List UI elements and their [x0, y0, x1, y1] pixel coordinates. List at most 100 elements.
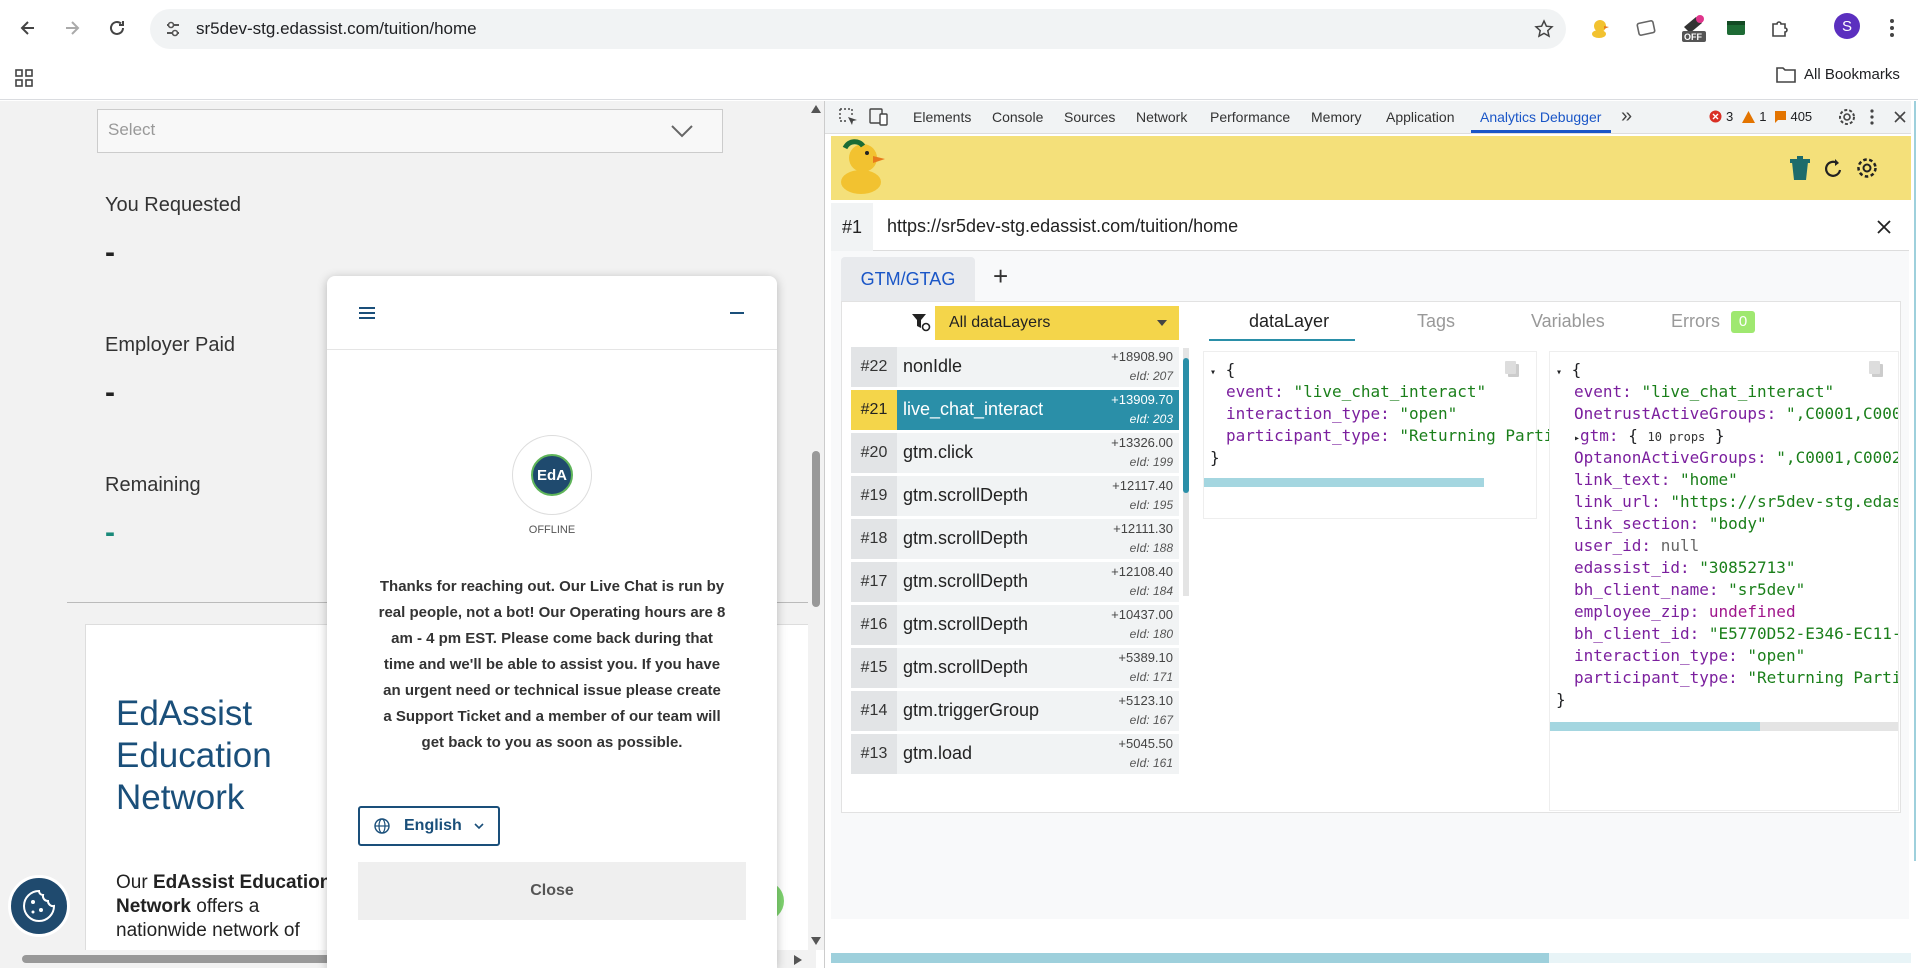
event-row[interactable]: #17 gtm.scrollDepth +12108.40 eId: 184: [851, 562, 1179, 602]
apps-grid-icon[interactable]: [14, 68, 34, 88]
chat-menu-icon[interactable]: [359, 306, 375, 320]
clear-cup-icon[interactable]: [1789, 156, 1811, 182]
bookmark-star-icon[interactable]: [1534, 19, 1554, 39]
device-toolbar-icon[interactable]: [869, 108, 889, 126]
ext-badge: OFF: [1684, 32, 1702, 42]
event-row[interactable]: #22 nonIdle +18908.90 eId: 207: [851, 347, 1179, 387]
all-bookmarks-label: All Bookmarks: [1804, 65, 1900, 83]
close-page-icon[interactable]: [1877, 220, 1891, 234]
state-json-scrollbar-thumb[interactable]: [1550, 722, 1760, 731]
back-button[interactable]: [12, 12, 44, 44]
state-optanon: ",C0001,C0002: [1776, 448, 1899, 467]
tab-memory[interactable]: Memory: [1311, 109, 1362, 125]
error-count: 3: [1726, 109, 1734, 124]
terminal-extension-icon[interactable]: [1722, 14, 1750, 42]
event-time: +13909.70: [1111, 392, 1173, 407]
chat-close-button[interactable]: Close: [358, 862, 746, 920]
copy-icon[interactable]: [1868, 360, 1884, 378]
event-row[interactable]: #14 gtm.triggerGroup +5123.10 eId: 167: [851, 691, 1179, 731]
event-row[interactable]: #15 gtm.scrollDepth +5389.10 eId: 171: [851, 648, 1179, 688]
event-row[interactable]: #18 gtm.scrollDepth +12111.30 eId: 188: [851, 519, 1179, 559]
event-number: #14: [851, 691, 897, 731]
you-requested-value: -: [105, 236, 115, 269]
event-row[interactable]: #13 gtm.load +5045.50 eId: 161: [851, 734, 1179, 774]
push-json-scrollbar[interactable]: [1204, 478, 1484, 487]
all-bookmarks-button[interactable]: All Bookmarks: [1776, 65, 1900, 83]
devtools-v-scrollbar[interactable]: [1914, 101, 1916, 861]
profile-initial: S: [1841, 17, 1852, 35]
chat-offline-message: Thanks for reaching out. Our Live Chat i…: [378, 578, 726, 751]
event-row[interactable]: #20 gtm.click +13326.00 eId: 199: [851, 433, 1179, 473]
gtm-gtag-tab[interactable]: GTM/GTAG: [841, 257, 975, 301]
devtools-menu-icon[interactable]: [1870, 109, 1874, 125]
language-select[interactable]: English: [358, 806, 500, 846]
devtools-h-scrollbar-thumb[interactable]: [831, 953, 1549, 963]
state-employee-zip: undefined: [1708, 602, 1796, 621]
address-bar[interactable]: sr5dev-stg.edassist.com/tuition/home: [150, 9, 1566, 49]
duck-extension-icon[interactable]: [1586, 14, 1614, 42]
close-devtools-icon[interactable]: [1894, 111, 1906, 123]
page-scrollbar-thumb[interactable]: [812, 451, 820, 607]
chrome-menu-icon[interactable]: [1878, 14, 1906, 42]
event-row[interactable]: #16 gtm.scrollDepth +10437.00 eId: 180: [851, 605, 1179, 645]
tab-network[interactable]: Network: [1136, 109, 1187, 125]
chat-minimize-icon[interactable]: [730, 311, 744, 315]
copy-icon[interactable]: [1504, 360, 1520, 378]
profile-avatar[interactable]: S: [1834, 13, 1860, 39]
event-row[interactable]: #21 live_chat_interact +13909.70 eId: 203: [851, 390, 1179, 430]
event-time: +5123.10: [1118, 693, 1173, 708]
event-number: #17: [851, 562, 897, 602]
active-tab-indicator: [1471, 130, 1611, 133]
event-name: gtm.scrollDepth: [903, 657, 1029, 677]
tab-variables[interactable]: Variables: [1531, 311, 1605, 332]
scroll-down-icon: [811, 937, 821, 945]
toggle-extension-icon[interactable]: OFF: [1676, 14, 1710, 42]
page-vertical-scrollbar[interactable]: [808, 101, 824, 950]
issues-counter[interactable]: 3 1 405: [1709, 109, 1812, 124]
event-list-scrollbar-thumb[interactable]: [1183, 358, 1189, 493]
select-dropdown[interactable]: Select: [97, 109, 723, 153]
tab-tags[interactable]: Tags: [1417, 311, 1455, 332]
event-list-scrollbar[interactable]: [1183, 348, 1189, 596]
card-title-line1: EdAssist: [116, 694, 253, 733]
tab-errors[interactable]: Errors: [1671, 311, 1720, 332]
refresh-icon[interactable]: [1824, 157, 1844, 179]
card-title-line2: Education: [116, 736, 272, 775]
event-number: #20: [851, 433, 897, 473]
sub-tab-bar: dataLayer Tags Variables Errors 0: [1201, 301, 1901, 347]
tab-application[interactable]: Application: [1386, 109, 1455, 125]
tab-sources[interactable]: Sources: [1064, 109, 1115, 125]
event-number: #22: [851, 347, 897, 387]
add-tool-icon[interactable]: +: [993, 261, 1008, 292]
event-time: +5389.10: [1118, 650, 1173, 665]
event-row[interactable]: #19 gtm.scrollDepth +12117.40 eId: 195: [851, 476, 1179, 516]
tab-analytics-debugger[interactable]: Analytics Debugger: [1480, 109, 1601, 125]
tab-performance[interactable]: Performance: [1210, 109, 1290, 125]
chevron-down-icon: [474, 823, 484, 830]
site-settings-icon: [167, 21, 179, 37]
event-name: gtm.scrollDepth: [903, 485, 1029, 505]
more-tabs-icon[interactable]: »: [1621, 105, 1632, 128]
push-participant-type: "Returning Parti: [1399, 426, 1554, 445]
state-json-scrollbar[interactable]: [1550, 722, 1898, 731]
tab-elements[interactable]: Elements: [913, 109, 971, 125]
datalayer-filter-select[interactable]: All dataLayers: [935, 306, 1179, 340]
devtools-h-scrollbar[interactable]: [831, 953, 1911, 963]
inspect-element-icon[interactable]: [839, 108, 859, 126]
reload-button[interactable]: [101, 12, 133, 44]
tab-console[interactable]: Console: [992, 109, 1043, 125]
cookie-settings-button[interactable]: [8, 875, 70, 937]
push-event-value: "live_chat_interact": [1293, 382, 1487, 401]
state-link-text: "home": [1679, 470, 1738, 489]
settings-gear-icon[interactable]: [1838, 108, 1856, 126]
event-time: +13326.00: [1111, 435, 1173, 450]
tab-datalayer[interactable]: dataLayer: [1249, 311, 1329, 332]
filter-label: All dataLayers: [949, 314, 1051, 331]
extensions-puzzle-icon[interactable]: [1766, 14, 1794, 42]
live-chat-widget: EdA OFFLINE Thanks for reaching out. Our…: [327, 276, 777, 968]
debugger-settings-icon[interactable]: [1856, 157, 1878, 179]
edit-extension-icon[interactable]: [1632, 14, 1660, 42]
folder-icon: [1776, 67, 1796, 83]
filter-icon[interactable]: [911, 312, 931, 332]
forward-button[interactable]: [56, 12, 88, 44]
